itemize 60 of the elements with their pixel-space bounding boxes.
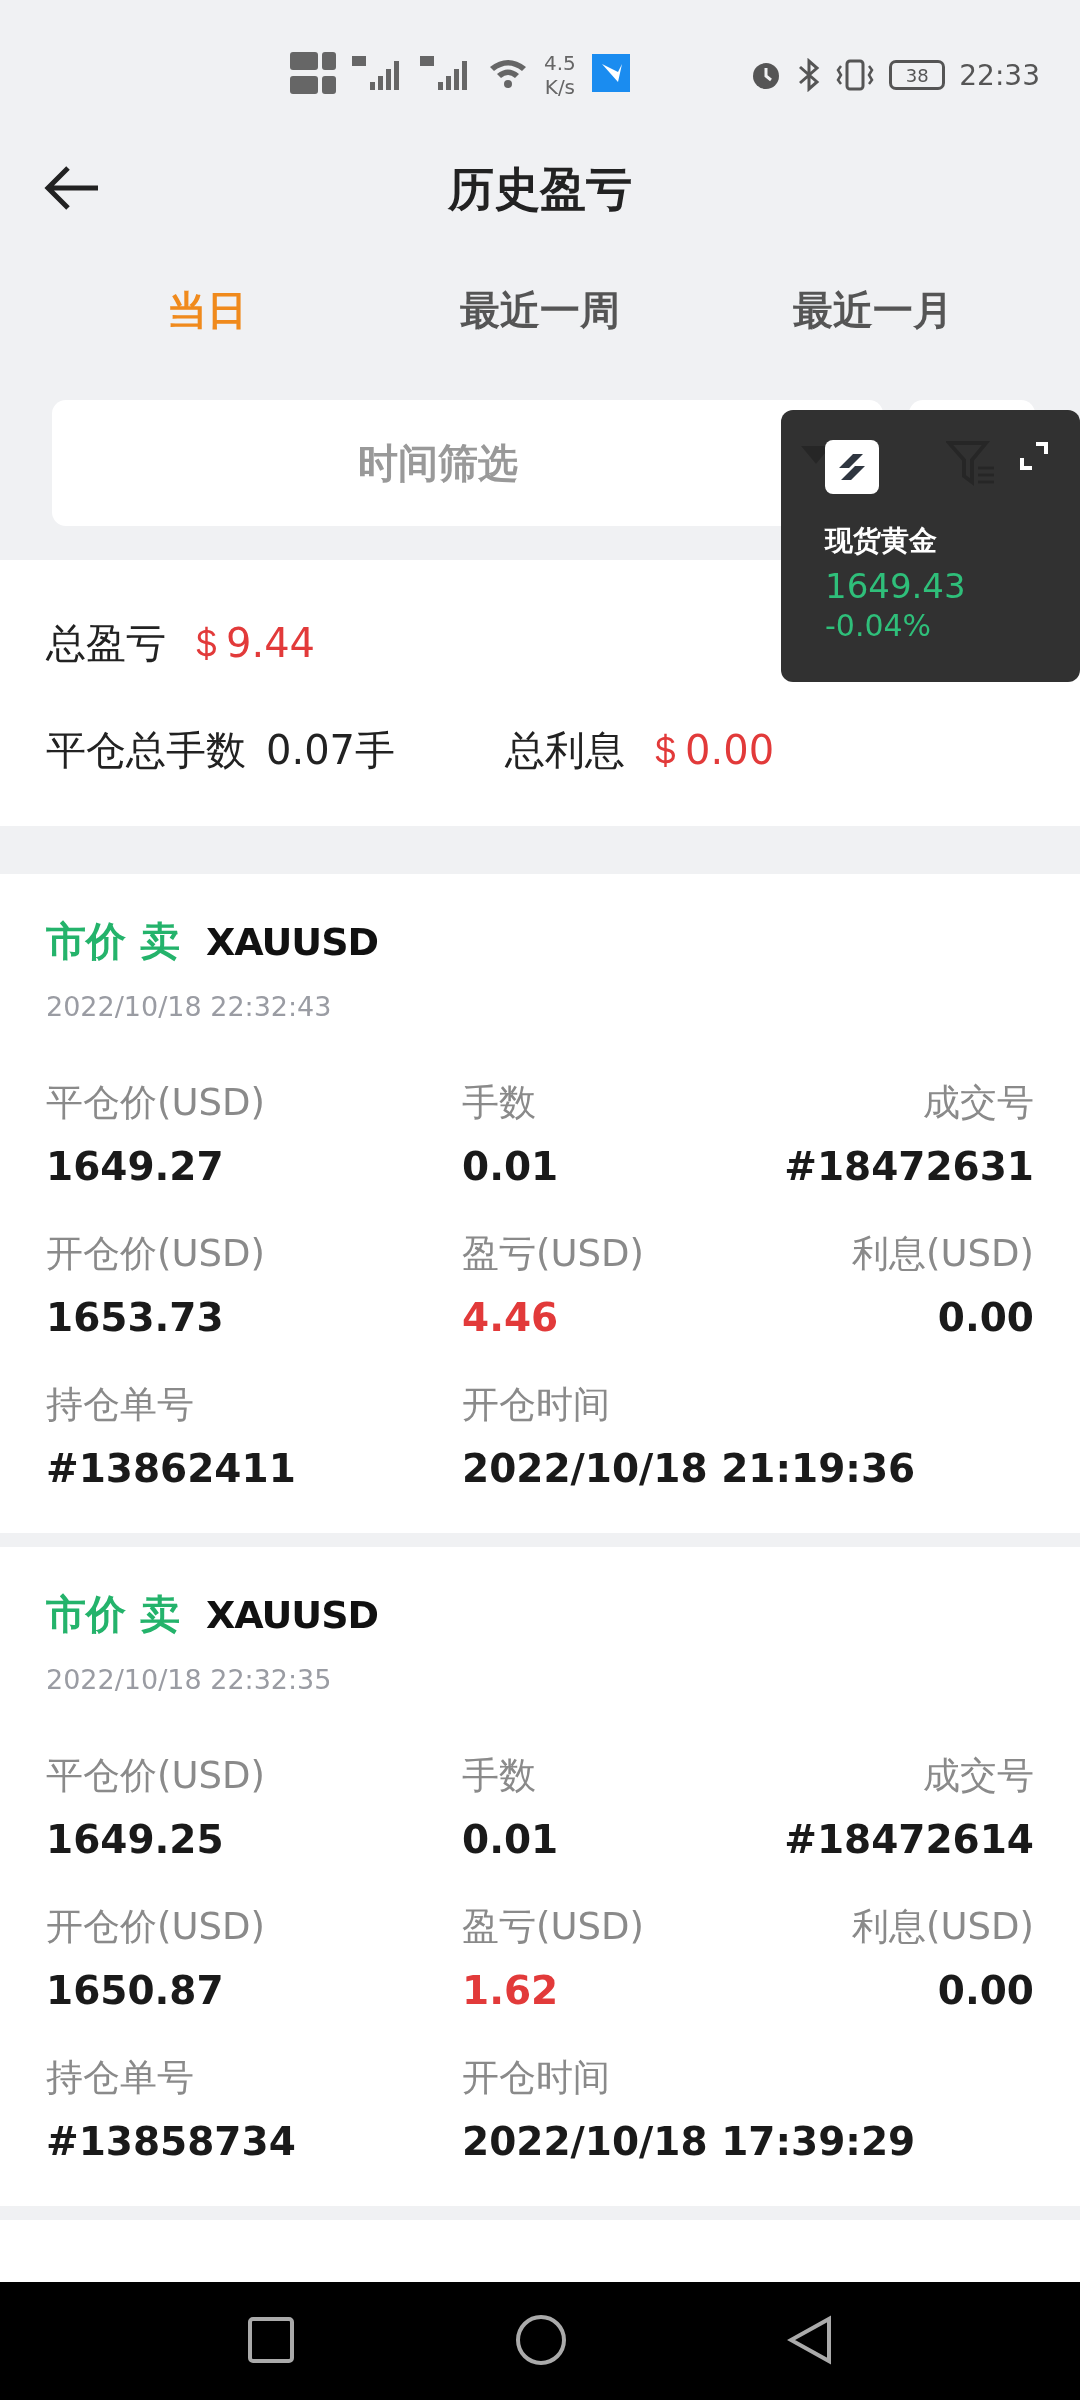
order-type: 市价 卖	[46, 1590, 180, 1639]
order-type: 市价 卖	[46, 917, 180, 966]
field-label: 持仓单号	[46, 2055, 194, 2101]
field-value: 1649.27	[46, 1144, 224, 1189]
field-value: 2022/10/18 21:19:36	[462, 1446, 916, 1491]
field-label: 利息(USD)	[852, 1904, 1034, 1950]
field-label: 手数	[462, 1753, 536, 1799]
battery-level: 38	[889, 60, 946, 90]
field-label: 成交号	[923, 1753, 1034, 1799]
expand-icon[interactable]	[1020, 442, 1048, 470]
field-value: 1.62	[462, 1968, 559, 2013]
wifi-icon	[488, 57, 528, 89]
network-speed: 4.5	[544, 51, 576, 75]
quote-price: 1649.43	[825, 566, 967, 606]
field-label: 盈亏(USD)	[462, 1231, 644, 1277]
field-label: 开仓价(USD)	[46, 1904, 265, 1950]
floating-quote-tooltip[interactable]: 现货黄金 1649.43 -0.04%	[781, 410, 1080, 682]
total-interest-value: ＄0.00	[645, 726, 775, 775]
field-value: #13858734	[46, 2119, 296, 2164]
field-label: 利息(USD)	[852, 1231, 1034, 1277]
field-value: 0.00	[937, 1968, 1034, 2013]
field-label: 平仓价(USD)	[46, 1080, 265, 1126]
network-speed-unit: K/s	[544, 75, 576, 99]
field-label: 持仓单号	[46, 1382, 194, 1428]
field-value: 0.01	[462, 1144, 559, 1189]
field-label: 手数	[462, 1080, 536, 1126]
closed-lots-label: 平仓总手数	[46, 726, 246, 775]
clock-time: 22:33	[959, 58, 1040, 92]
symbol: XAUUSD	[205, 919, 379, 964]
field-value: #18472614	[784, 1817, 1034, 1862]
symbol: XAUUSD	[205, 1592, 379, 1637]
close-time: 2022/10/18 22:32:35	[46, 1664, 333, 1695]
field-label: 开仓时间	[462, 1382, 610, 1428]
field-label: 开仓价(USD)	[46, 1231, 265, 1277]
field-value: 4.46	[462, 1295, 559, 1340]
field-value: #18472631	[784, 1144, 1034, 1189]
field-value: 2022/10/18 17:39:29	[462, 2119, 916, 2164]
total-interest-label: 总利息	[505, 726, 626, 775]
period-tab[interactable]: 最近一周	[373, 274, 707, 346]
quote-change: -0.04%	[825, 608, 933, 643]
period-tab[interactable]: 最近一月	[706, 274, 1040, 346]
field-value: #13862411	[46, 1446, 296, 1491]
page-title: 历史盈亏	[448, 161, 632, 218]
close-time: 2022/10/18 22:32:43	[46, 991, 333, 1022]
field-label: 平仓价(USD)	[46, 1753, 265, 1799]
total-pnl-value: ＄9.44	[186, 619, 316, 668]
field-label: 成交号	[923, 1080, 1034, 1126]
total-pnl-label: 总盈亏	[46, 619, 166, 668]
app-logo-icon[interactable]	[825, 440, 879, 494]
closed-lots-value: 0.07手	[266, 726, 396, 775]
field-value: 0.01	[462, 1817, 559, 1862]
vibrate-icon	[835, 58, 876, 92]
field-label: 开仓时间	[462, 2055, 610, 2101]
field-value: 1649.25	[46, 1817, 224, 1862]
bluetooth-icon	[797, 58, 822, 92]
field-value: 1653.73	[46, 1295, 224, 1340]
field-value: 1650.87	[46, 1968, 224, 2013]
instrument-name: 现货黄金	[825, 523, 938, 559]
field-label: 盈亏(USD)	[462, 1904, 644, 1950]
field-value: 0.00	[937, 1295, 1034, 1340]
